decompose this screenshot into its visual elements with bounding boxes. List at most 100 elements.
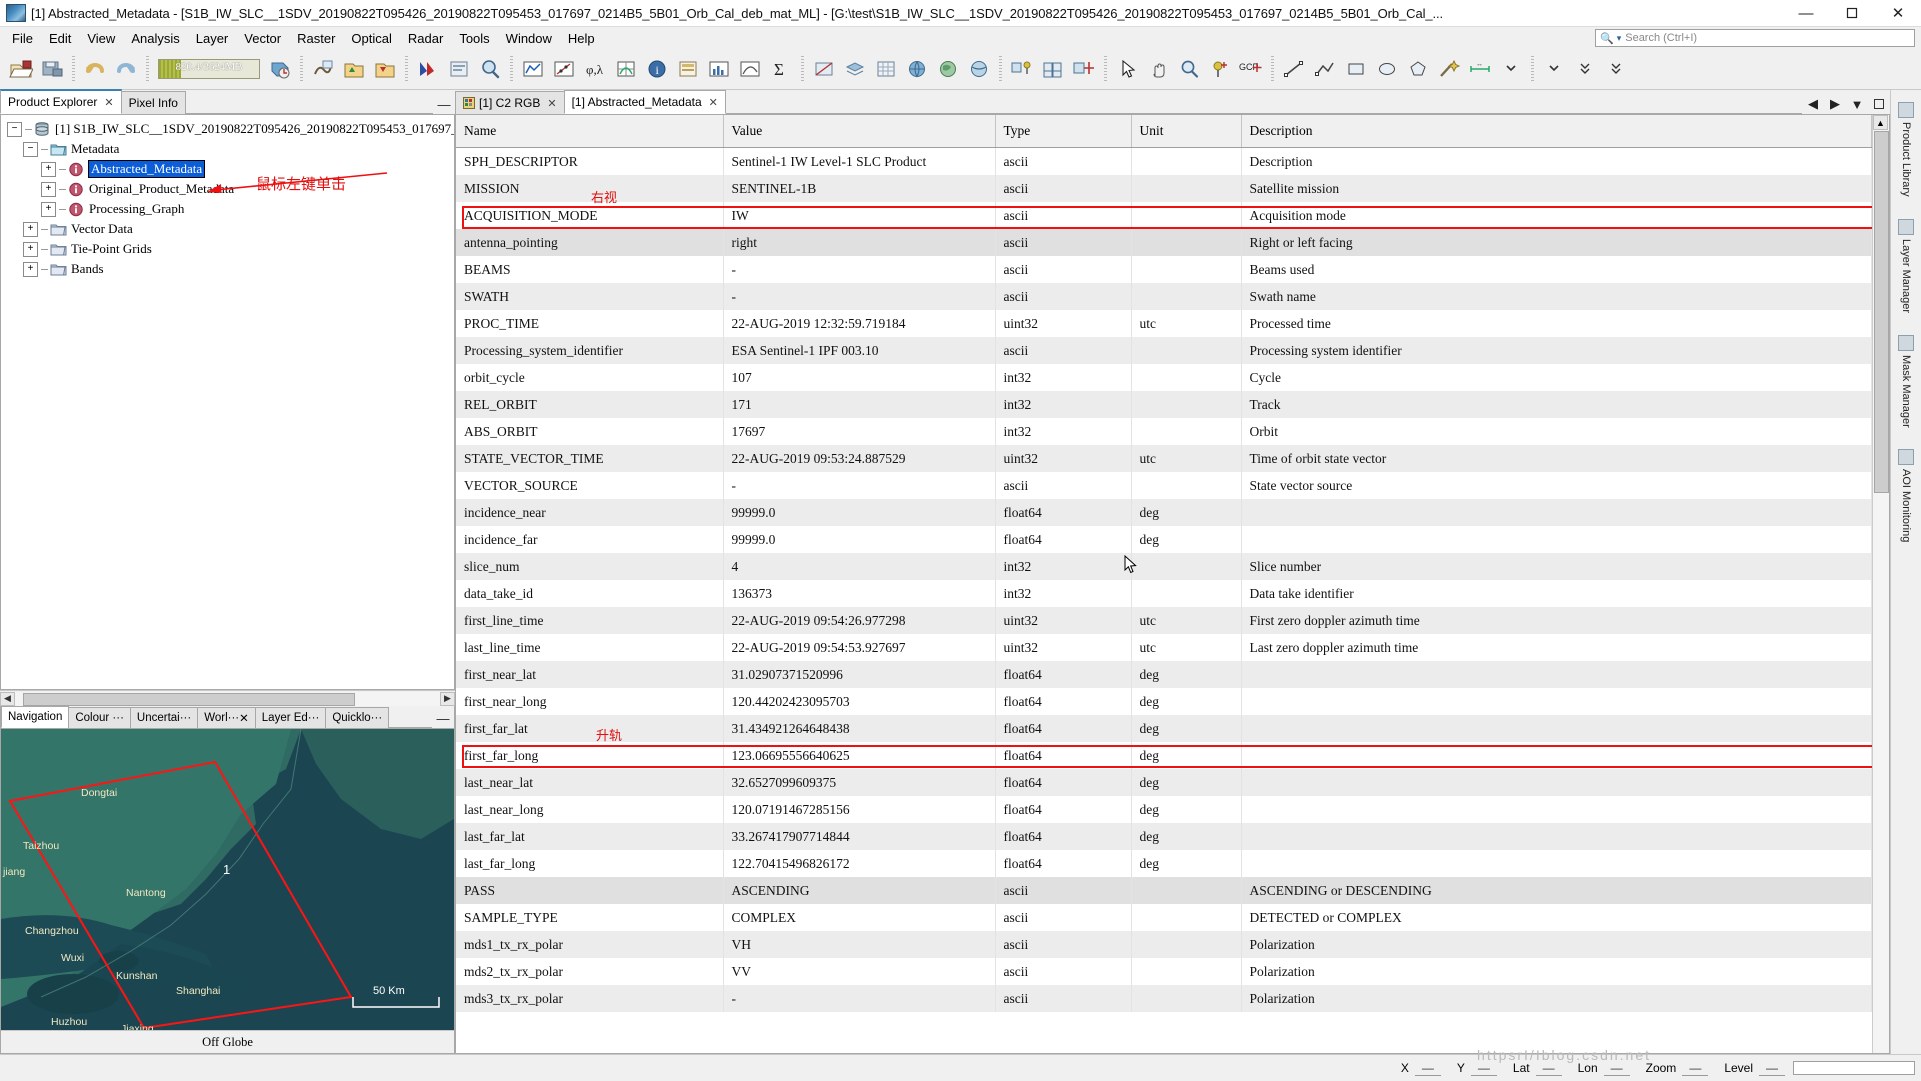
maximize-button[interactable] [1829, 0, 1875, 26]
scroll-track[interactable] [15, 691, 440, 706]
polygon-drawing-icon[interactable] [1403, 54, 1433, 84]
open-folder-green-icon[interactable] [339, 54, 369, 84]
scroll-thumb[interactable] [23, 692, 355, 706]
tab-uncertainty[interactable]: Uncertai··· [129, 707, 199, 728]
table-row[interactable]: antenna_pointing right ascii Right or left … [456, 229, 1872, 256]
menu-raster[interactable]: Raster [289, 29, 343, 48]
world-view-icon[interactable] [902, 54, 932, 84]
expander-icon[interactable]: + [23, 261, 38, 277]
world-wind-icon[interactable] [964, 54, 994, 84]
search-dropdown-icon[interactable]: ▾ [1617, 33, 1622, 44]
close-icon[interactable]: ✕ [547, 97, 556, 110]
table-row[interactable]: PASS ASCENDING ascii ASCENDING or DESCENDIN… [456, 877, 1872, 904]
table-row[interactable]: first_near_lat 31.02907371520996 float64 de… [456, 661, 1872, 688]
close-icon[interactable]: ✕ [709, 96, 718, 109]
editor-maximize-button[interactable] [1868, 94, 1890, 114]
table-row[interactable]: incidence_near 99999.0 float64 deg [456, 499, 1872, 526]
table-row[interactable]: SWATH - ascii Swath name [456, 283, 1872, 310]
mask-manager-icon[interactable] [809, 54, 839, 84]
layer-manager-icon[interactable] [840, 54, 870, 84]
rectangle-drawing-icon[interactable] [1341, 54, 1371, 84]
tree-node-tie-point-grids[interactable]: + Tie-Point Grids [5, 239, 454, 259]
tree-node-metadata[interactable]: − Metadata [5, 139, 454, 159]
menu-view[interactable]: View [79, 29, 123, 48]
scroll-right-icon[interactable]: ▶ [440, 691, 455, 706]
table-row[interactable]: first_far_long 123.06695556640625 float64 d… [456, 742, 1872, 769]
tab-colour[interactable]: Colour ··· [68, 707, 131, 728]
metadata-table-scroll[interactable]: Name Value Type Unit Description SPH_DES… [456, 115, 1872, 1053]
import-vector-icon[interactable] [308, 54, 338, 84]
table-row[interactable]: first_near_long 120.44202423095703 float64… [456, 688, 1872, 715]
expander-icon[interactable]: + [41, 161, 56, 177]
table-row[interactable]: mds1_tx_rx_polar VH ascii Polarization [456, 931, 1872, 958]
table-row[interactable]: SAMPLE_TYPE COMPLEX ascii DETECTED or COMPL… [456, 904, 1872, 931]
table-row[interactable]: incidence_far 99999.0 float64 deg [456, 526, 1872, 553]
column-header-description[interactable]: Description [1241, 115, 1872, 148]
table-row[interactable]: Processing_system_identifier ESA Sentinel… [456, 337, 1872, 364]
navigation-minimize-button[interactable]: — [432, 708, 454, 728]
column-header-unit[interactable]: Unit [1131, 115, 1242, 148]
menu-file[interactable]: File [4, 29, 41, 48]
table-row[interactable]: last_near_lat 32.6527099609375 float64 deg [456, 769, 1872, 796]
column-header-name[interactable]: Name [456, 115, 724, 148]
scroll-thumb[interactable] [1874, 131, 1889, 493]
overflow-chevron3-icon[interactable] [1570, 54, 1600, 84]
close-icon[interactable]: ✕ [104, 96, 113, 109]
table-row[interactable]: last_near_long 120.07191467285156 float64 d… [456, 796, 1872, 823]
tab-quicklooks[interactable]: Quicklo··· [325, 707, 390, 728]
editor-next-tab-button[interactable]: ▶ [1824, 94, 1846, 114]
tree-node-product[interactable]: − [1] S1B_IW_SLC__1SDV_20190822T095426_2… [5, 119, 454, 139]
table-row[interactable]: first_line_time 22-AUG-2019 09:54:26.9772… [456, 607, 1872, 634]
table-row[interactable]: orbit_cycle 107 int32 Cycle [456, 364, 1872, 391]
colour-manipulation-icon[interactable] [413, 54, 443, 84]
tab-abstracted-metadata[interactable]: [1] Abstracted_Metadata ✕ [563, 90, 726, 114]
overflow-chevron-icon[interactable] [1496, 54, 1526, 84]
tree-horizontal-scrollbar[interactable]: ◀ ▶ [0, 690, 455, 706]
product-explorer-tree[interactable]: − [1] S1B_IW_SLC__1SDV_20190822T095426_2… [0, 115, 455, 690]
menu-edit[interactable]: Edit [41, 29, 79, 48]
open-product-icon[interactable] [6, 54, 36, 84]
table-row[interactable]: REL_ORBIT 171 int32 Track [456, 391, 1872, 418]
overflow-chevron2-icon[interactable] [1539, 54, 1569, 84]
tab-layer-editor[interactable]: Layer Ed··· [254, 707, 327, 728]
table-row[interactable]: mds2_tx_rx_polar VV ascii Polarization [456, 958, 1872, 985]
editor-prev-tab-button[interactable]: ◀ [1802, 94, 1824, 114]
tab-c2-rgb[interactable]: [1] C2 RGB ✕ [455, 91, 565, 114]
table-row[interactable]: ABS_ORBIT 17697 int32 Orbit [456, 418, 1872, 445]
phi-lambda-icon[interactable]: φ,λ [580, 54, 610, 84]
overflow-chevron4-icon[interactable] [1601, 54, 1631, 84]
tree-node-bands[interactable]: + Bands [5, 259, 454, 279]
tree-node-abstracted-metadata[interactable]: + Abstracted_Metadata [5, 159, 454, 179]
histogram-icon[interactable] [704, 54, 734, 84]
table-row[interactable]: last_far_long 122.70415496826172 float64 de… [456, 850, 1872, 877]
pin-manager-icon[interactable] [1007, 54, 1037, 84]
scroll-left-icon[interactable]: ◀ [0, 691, 15, 706]
menu-analysis[interactable]: Analysis [123, 29, 187, 48]
pan-tool-icon[interactable] [1143, 54, 1173, 84]
rail-item-aoi-monitoring[interactable]: AOI Monitoring [1897, 445, 1915, 546]
editor-tab-list-button[interactable]: ▼ [1846, 94, 1868, 114]
table-row[interactable]: first_far_lat 31.434921264648438 float64 de… [456, 715, 1872, 742]
line-drawing-icon[interactable] [1279, 54, 1309, 84]
zoom-tool-icon[interactable] [1174, 54, 1204, 84]
profile-plot-icon[interactable] [518, 54, 548, 84]
metadata-icon[interactable] [673, 54, 703, 84]
correlative-plot-icon[interactable] [735, 54, 765, 84]
table-row[interactable]: BEAMS - ascii Beams used [456, 256, 1872, 283]
menu-optical[interactable]: Optical [343, 29, 399, 48]
minimize-button[interactable]: — [1783, 0, 1829, 26]
scroll-up-icon[interactable]: ▲ [1873, 115, 1888, 130]
close-icon[interactable]: ✕ [239, 711, 249, 725]
column-header-value[interactable]: Value [723, 115, 996, 148]
expander-icon[interactable]: − [23, 141, 38, 157]
geo-coding-icon[interactable] [611, 54, 641, 84]
gcp-placing-icon[interactable]: GCP [1236, 54, 1266, 84]
tree-node-original-product-metadata[interactable]: + Original_Product_Metadata [5, 179, 454, 199]
tab-pixel-info[interactable]: Pixel Info [120, 91, 186, 114]
world-map-view[interactable]: 1 Dongtai Taizhou jiang Nantong Changzho… [1, 729, 454, 1030]
tab-navigation[interactable]: Navigation [1, 706, 70, 728]
menu-help[interactable]: Help [560, 29, 603, 48]
search-input[interactable]: 🔍 ▾ Search (Ctrl+I) [1595, 29, 1915, 47]
table-row[interactable]: SPH_DESCRIPTOR Sentinel-1 IW Level-1 SLC … [456, 147, 1872, 175]
table-row[interactable]: STATE_VECTOR_TIME 22-AUG-2019 09:53:24.88… [456, 445, 1872, 472]
